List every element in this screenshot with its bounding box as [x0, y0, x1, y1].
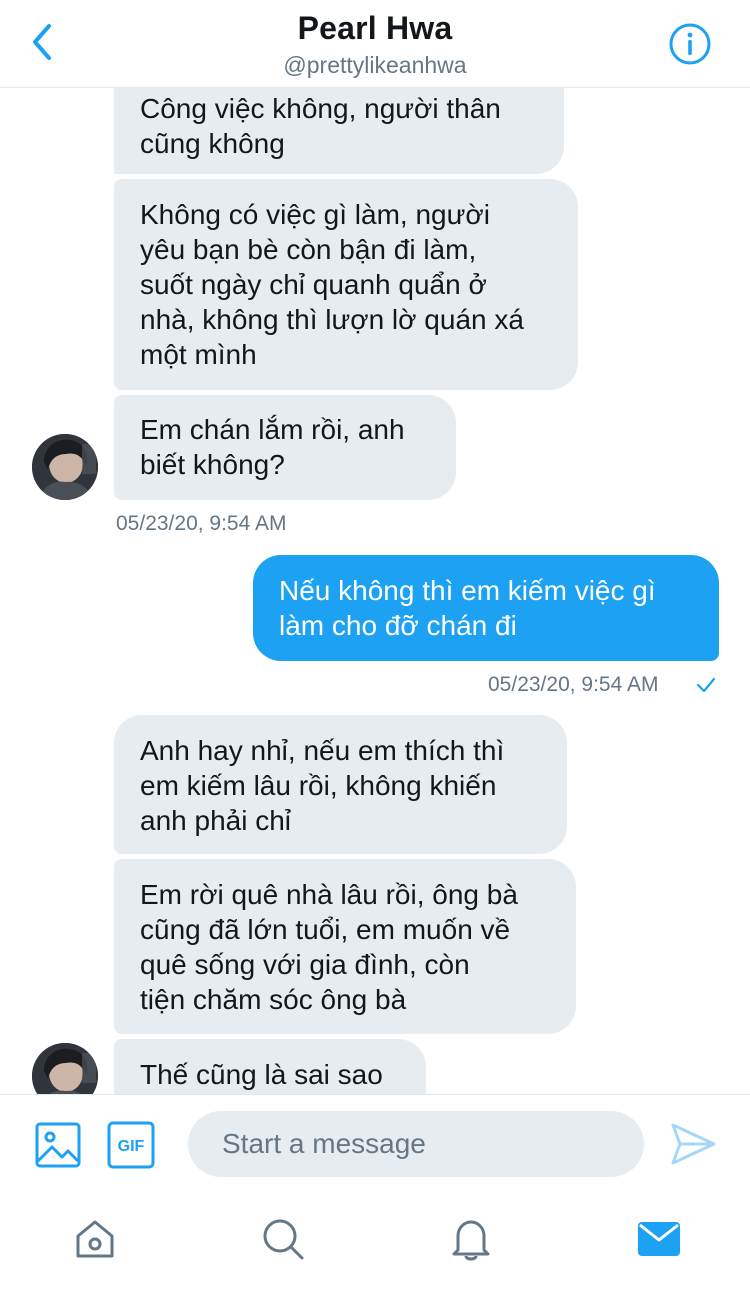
image-icon	[35, 1122, 81, 1168]
contact-handle: @prettylikeanhwa	[283, 52, 467, 78]
message-text: Em rời quê nhà lâu rồi, ông bà cũng đã l…	[140, 879, 518, 1015]
contact-avatar[interactable]	[32, 434, 98, 500]
message-text: Nếu không thì em kiếm việc gì làm cho đỡ…	[279, 575, 656, 641]
tab-home[interactable]	[72, 1216, 118, 1262]
message-bubble-received[interactable]: Em rời quê nhà lâu rồi, ông bà cũng đã l…	[114, 859, 576, 1034]
mail-icon	[638, 1222, 680, 1256]
message-text: Thế cũng là sai sao	[140, 1059, 383, 1090]
tab-messages[interactable]	[636, 1216, 682, 1262]
message-text: Em chán lắm rồi, anh biết không?	[140, 414, 405, 480]
add-image-button[interactable]	[34, 1121, 82, 1169]
tab-notifications[interactable]	[448, 1216, 494, 1262]
message-bubble-sent[interactable]: Nếu không thì em kiếm việc gì làm cho đỡ…	[253, 555, 719, 661]
message-composer: GIF	[0, 1094, 750, 1198]
bell-icon	[452, 1220, 490, 1261]
home-icon	[76, 1220, 114, 1258]
gif-label: GIF	[118, 1138, 145, 1155]
message-bubble-received[interactable]: Thế cũng là sai sao	[114, 1039, 426, 1094]
message-bubble-received[interactable]: Em chán lắm rồi, anh biết không?	[114, 395, 456, 500]
message-text: Công việc không, người thân cũng không	[140, 93, 501, 159]
message-timestamp: 05/23/20, 9:54 AM	[488, 673, 659, 696]
conversation-header: Pearl Hwa @prettylikeanhwa	[0, 0, 750, 88]
message-thread[interactable]: Công việc không, người thân cũng không K…	[0, 88, 750, 1094]
bottom-tab-bar	[0, 1198, 750, 1293]
message-input[interactable]	[188, 1111, 644, 1177]
gif-icon: GIF	[107, 1121, 155, 1169]
send-button[interactable]	[668, 1119, 718, 1169]
checkmark-icon	[696, 677, 716, 693]
message-bubble-received[interactable]: Công việc không, người thân cũng không	[114, 88, 564, 174]
contact-name[interactable]: Pearl Hwa	[0, 10, 750, 47]
info-icon	[669, 23, 711, 65]
message-bubble-received[interactable]: Không có việc gì làm, người yêu bạn bè c…	[114, 179, 578, 390]
message-text: Không có việc gì làm, người yêu bạn bè c…	[140, 199, 524, 370]
message-bubble-received[interactable]: Anh hay nhỉ, nếu em thích thì em kiếm lâ…	[114, 715, 567, 854]
contact-avatar[interactable]	[32, 1043, 98, 1094]
add-gif-button[interactable]: GIF	[107, 1121, 155, 1169]
search-icon	[263, 1219, 304, 1260]
message-timestamp: 05/23/20, 9:54 AM	[116, 512, 287, 535]
info-button[interactable]	[668, 22, 712, 66]
send-icon	[671, 1123, 716, 1165]
message-text: Anh hay nhỉ, nếu em thích thì em kiếm lâ…	[140, 735, 505, 836]
tab-search[interactable]	[260, 1216, 306, 1262]
